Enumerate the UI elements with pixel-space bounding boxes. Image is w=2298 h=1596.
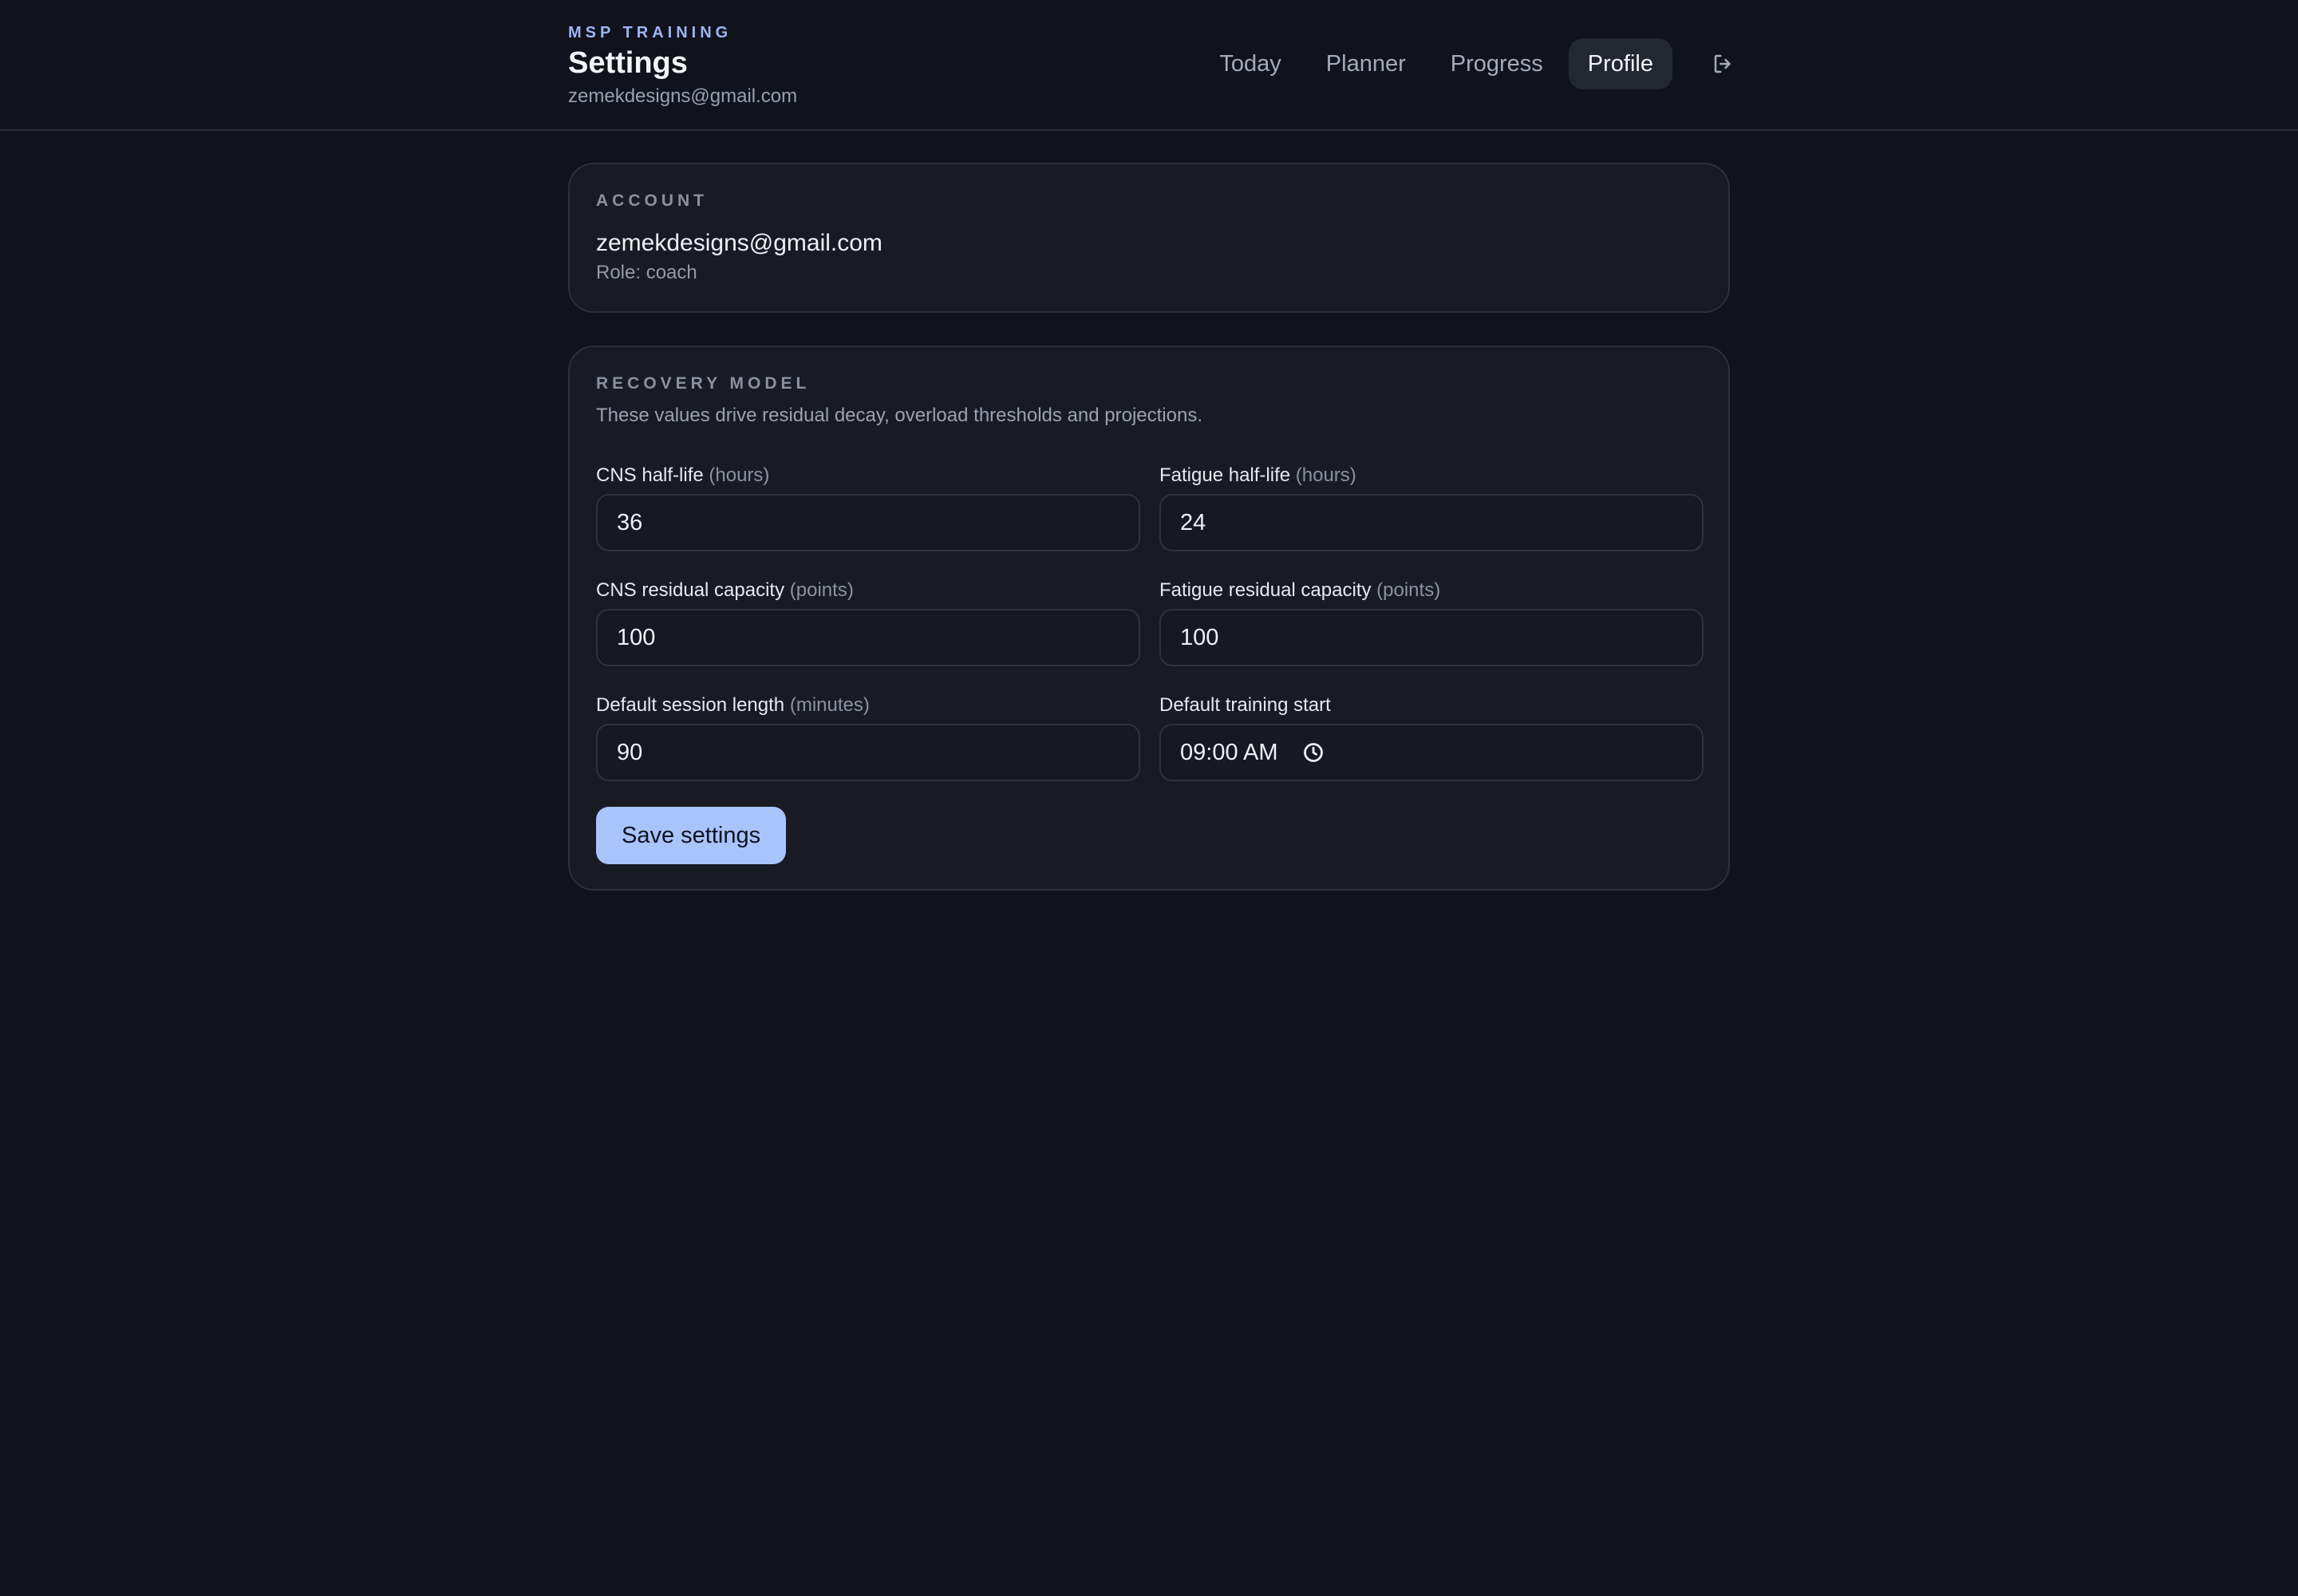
field-value: 100	[1180, 624, 1219, 650]
field-label: Fatigue half-life (hours)	[1159, 464, 1704, 488]
field-unit: (hours)	[709, 464, 770, 486]
top-header: MSP TRAINING Settings zemekdesigns@gmail…	[0, 0, 2298, 131]
field-unit: (points)	[1376, 579, 1441, 601]
field-label-text: Default session length	[596, 694, 785, 716]
fatigue-residual-capacity-field: Fatigue residual capacity (points) 100	[1159, 579, 1704, 666]
field-label: Fatigue residual capacity (points)	[1159, 579, 1704, 602]
save-settings-button[interactable]: Save settings	[596, 807, 787, 864]
account-email: zemekdesigns@gmail.com	[596, 230, 882, 256]
field-value: 90	[617, 739, 643, 765]
field-value: 100	[617, 624, 656, 650]
field-label-text: CNS residual capacity	[596, 579, 785, 601]
recovery-section-label: RECOVERY MODEL	[596, 374, 811, 393]
fatigue-half-life-input[interactable]: 24	[1159, 494, 1704, 551]
account-section-label: ACCOUNT	[596, 192, 708, 210]
tab-progress[interactable]: Progress	[1431, 38, 1562, 89]
field-label-text: Fatigue half-life	[1159, 464, 1291, 486]
default-training-start-input[interactable]: 09:00 AM	[1159, 724, 1704, 781]
default-session-length-input[interactable]: 90	[596, 724, 1140, 781]
account-role: Role: coach	[596, 262, 697, 283]
field-label: Default training start	[1159, 693, 1704, 717]
cns-half-life-field: CNS half-life (hours) 36	[596, 464, 1140, 551]
account-card: ACCOUNT zemekdesigns@gmail.com Role: coa…	[568, 163, 1730, 313]
logout-icon	[1714, 54, 1731, 73]
field-unit: (points)	[789, 579, 854, 601]
page-title: Settings	[568, 46, 688, 80]
fatigue-residual-capacity-input[interactable]: 100	[1159, 609, 1704, 666]
cns-half-life-input[interactable]: 36	[596, 494, 1140, 551]
cns-residual-capacity-field: CNS residual capacity (points) 100	[596, 579, 1140, 666]
logout-button[interactable]	[1698, 38, 1749, 89]
field-value: 09:00 AM	[1180, 739, 1278, 765]
tab-today[interactable]: Today	[1200, 38, 1300, 89]
field-label: CNS residual capacity (points)	[596, 579, 1140, 602]
brand-block: MSP TRAINING Settings zemekdesigns@gmail…	[568, 22, 797, 109]
header-user-email: zemekdesigns@gmail.com	[568, 85, 798, 107]
field-value: 24	[1180, 509, 1206, 535]
field-label-text: Fatigue residual capacity	[1159, 579, 1372, 601]
cns-residual-capacity-input[interactable]: 100	[596, 609, 1140, 666]
field-label: Default session length (minutes)	[596, 693, 1140, 717]
app-eyebrow: MSP TRAINING	[568, 24, 732, 41]
field-label: CNS half-life (hours)	[596, 464, 1140, 488]
main-nav: Today Planner Progress Profile	[1194, 38, 1749, 89]
field-label-text: CNS half-life	[596, 464, 704, 486]
field-value: 36	[617, 509, 643, 535]
tab-planner[interactable]: Planner	[1307, 38, 1425, 89]
tab-profile[interactable]: Profile	[1568, 38, 1672, 89]
recovery-model-card: RECOVERY MODEL These values drive residu…	[568, 346, 1730, 891]
default-session-length-field: Default session length (minutes) 90	[596, 693, 1140, 781]
fatigue-half-life-field: Fatigue half-life (hours) 24	[1159, 464, 1704, 551]
field-label-text: Default training start	[1159, 694, 1331, 716]
field-unit: (minutes)	[789, 694, 870, 716]
default-training-start-field: Default training start 09:00 AM	[1159, 693, 1704, 781]
clock-icon[interactable]	[1302, 741, 1325, 764]
field-unit: (hours)	[1295, 464, 1356, 486]
recovery-description: These values drive residual decay, overl…	[596, 405, 1202, 426]
